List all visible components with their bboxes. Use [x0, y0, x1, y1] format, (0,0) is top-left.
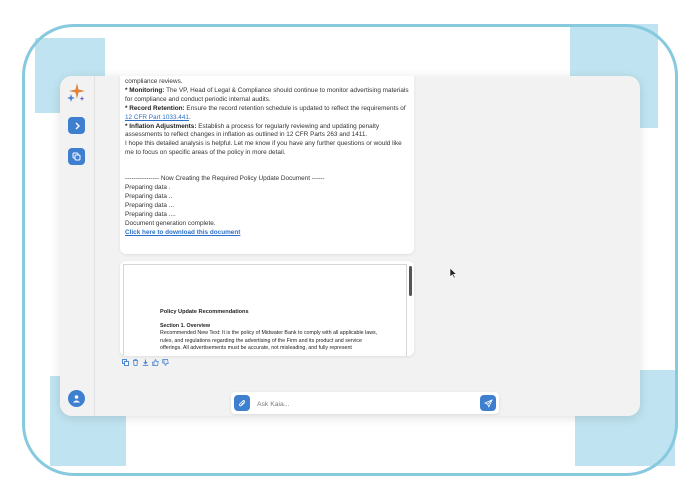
message-closing: I hope this detailed analysis is helpful…	[125, 140, 402, 157]
document-title: Policy Update Recommendations	[160, 309, 249, 315]
thumbs-up-icon	[151, 358, 159, 366]
message-partial-top: compliance reviews.	[125, 78, 183, 85]
message-separator: ---------------- Now Creating the Requir…	[125, 175, 325, 183]
message-spacer	[125, 158, 409, 175]
document-scrollbar[interactable]	[409, 266, 412, 296]
sidebar	[60, 76, 95, 416]
document-section: Section 1. Overview	[160, 322, 211, 329]
progress-line: Preparing data ...	[125, 201, 175, 209]
generation-complete: Document generation complete.	[125, 219, 216, 227]
sparkle-icon	[67, 83, 85, 102]
retention-label: * Record Retention:	[125, 104, 185, 112]
chat-input[interactable]	[255, 396, 459, 412]
download-link[interactable]: Click here to download this document	[125, 229, 240, 236]
mouse-cursor-icon	[449, 267, 457, 279]
download-icon	[142, 359, 148, 366]
thumbs-up-button[interactable]	[151, 358, 159, 366]
inflation-label: * Inflation Adjustments:	[125, 122, 197, 130]
cfr-link[interactable]: 12 CFR Part 1033.441	[125, 114, 189, 121]
chat-copy-icon	[72, 152, 81, 161]
paperclip-icon	[238, 399, 245, 406]
monitoring-text: The VP, Head of Legal & Compliance shoul…	[125, 86, 409, 103]
copy-button[interactable]	[121, 358, 129, 366]
app-window: compliance reviews. * Monitoring: The VP…	[60, 76, 640, 416]
message-retention: * Record Retention: Ensure the record re…	[125, 105, 409, 123]
message-monitoring: * Monitoring: The VP, Head of Legal & Co…	[125, 87, 409, 105]
progress-line: Preparing data .	[125, 184, 171, 192]
message-actions	[121, 358, 169, 368]
delete-button[interactable]	[131, 358, 139, 366]
message-inflation: * Inflation Adjustments: Establish a pro…	[125, 123, 409, 141]
document-preview[interactable]: Policy Update Recommendations Section 1.…	[120, 261, 414, 356]
progress-line: Preparing data ..	[125, 192, 173, 200]
document-body: Recommended New Text: It is the policy o…	[160, 330, 378, 351]
document-page: Policy Update Recommendations Section 1.…	[123, 264, 407, 356]
attach-button[interactable]	[234, 395, 250, 411]
thumbs-down-icon	[161, 358, 169, 366]
download-button[interactable]	[141, 358, 149, 366]
retention-text: Ensure the record retention schedule is …	[184, 104, 406, 112]
chat-input-bar	[231, 392, 499, 414]
send-icon	[483, 398, 493, 408]
user-avatar[interactable]	[68, 390, 85, 407]
chevron-right-icon	[75, 122, 80, 129]
monitoring-label: * Monitoring:	[125, 86, 165, 94]
user-icon	[73, 395, 80, 403]
retention-end: .	[188, 113, 191, 121]
assistant-message: compliance reviews. * Monitoring: The VP…	[120, 76, 414, 254]
thumbs-down-button[interactable]	[161, 358, 169, 366]
send-button[interactable]	[480, 395, 496, 411]
expand-sidebar-button[interactable]	[68, 117, 85, 134]
chat-history-button[interactable]	[68, 148, 85, 165]
progress-line: Preparing data ....	[125, 210, 176, 218]
copy-icon	[121, 358, 129, 366]
trash-icon	[132, 358, 138, 366]
